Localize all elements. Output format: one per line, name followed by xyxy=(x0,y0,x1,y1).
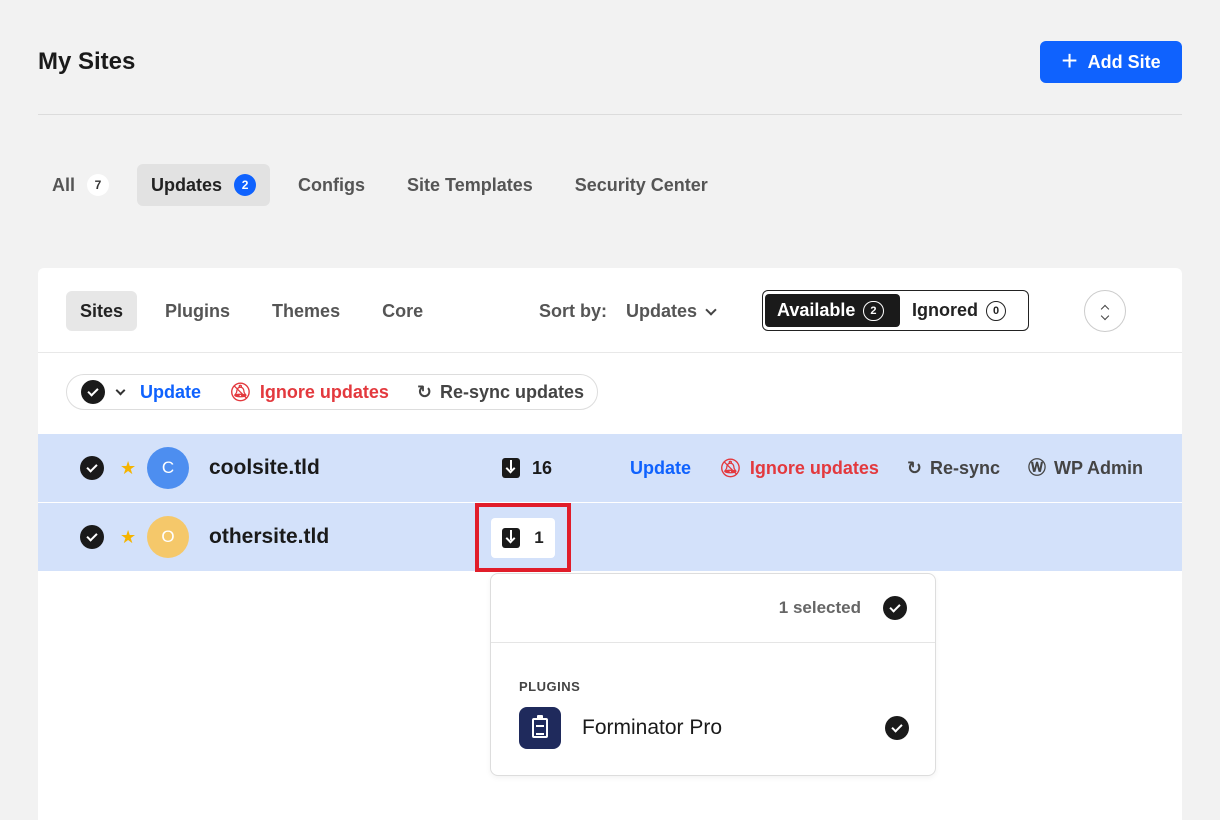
updates-popover: 1 selected PLUGINS Forminator Pro xyxy=(490,573,936,776)
bulk-resync-button[interactable]: ↻ Re-sync updates xyxy=(417,382,584,403)
tab-security-center[interactable]: Security Center xyxy=(561,164,722,206)
row-resync-button[interactable]: ↻ Re-sync xyxy=(907,458,1000,479)
plugin-item[interactable]: Forminator Pro xyxy=(519,707,909,749)
tab-updates[interactable]: Updates 2 xyxy=(137,164,271,206)
bulk-actions-bar: Update 🔕︎ Ignore updates ↻ Re-sync updat… xyxy=(66,374,598,410)
add-site-button[interactable]: + Add Site xyxy=(1040,41,1182,83)
clipboard-icon xyxy=(519,707,561,749)
update-count[interactable]: 16 xyxy=(502,458,552,479)
section-label: PLUGINS xyxy=(519,679,581,694)
subtab-themes[interactable]: Themes xyxy=(258,291,354,331)
row-update-button[interactable]: Update xyxy=(630,458,691,479)
updates-card: Sites Plugins Themes Core Sort by: Updat… xyxy=(38,268,1182,820)
sort-label: Sort by: xyxy=(539,301,608,321)
row-wp-admin-label: WP Admin xyxy=(1054,457,1144,478)
row-resync-label: Re-sync xyxy=(929,457,1001,478)
page-title: My Sites xyxy=(38,48,136,75)
sub-tabs: Sites Plugins Themes Core xyxy=(66,291,445,331)
chevron-down-icon[interactable] xyxy=(115,385,126,395)
select-all-checkbox[interactable] xyxy=(81,380,105,404)
toggle-available[interactable]: Available 2 xyxy=(765,294,900,327)
update-count-value: 16 xyxy=(532,457,553,478)
card-divider xyxy=(38,352,1182,353)
tab-all-label: All xyxy=(52,174,76,195)
row-actions: Update 🔕︎ Ignore updates ↻ Re-sync Ⓦ WP … xyxy=(630,458,1143,479)
bulk-ignore-button[interactable]: 🔕︎ Ignore updates xyxy=(229,382,389,403)
bulk-update-label: Update xyxy=(140,381,202,402)
header-divider xyxy=(38,114,1182,115)
subtab-core[interactable]: Core xyxy=(368,291,437,331)
row-ignore-label: Ignore updates xyxy=(749,457,879,478)
ignored-count: 0 xyxy=(986,300,1007,321)
ignored-label: Ignored xyxy=(912,300,978,320)
chevron-down-icon xyxy=(1100,311,1110,321)
plus-icon: + xyxy=(1061,44,1078,76)
subtab-sites[interactable]: Sites xyxy=(66,291,138,331)
wordpress-icon: Ⓦ xyxy=(1028,458,1047,478)
refresh-icon: ↻ xyxy=(416,382,432,402)
bulk-update-button[interactable]: Update xyxy=(140,382,201,403)
row-update-label: Update xyxy=(630,457,692,478)
tab-all-count: 7 xyxy=(87,174,110,196)
row-wp-admin-button[interactable]: Ⓦ WP Admin xyxy=(1028,458,1143,479)
popover-header: 1 selected xyxy=(491,574,935,643)
tab-updates-count: 2 xyxy=(234,174,257,196)
available-label: Available xyxy=(777,300,856,320)
tab-updates-label: Updates xyxy=(151,174,223,195)
plugin-name: Forminator Pro xyxy=(582,716,723,739)
avatar: C xyxy=(147,447,189,489)
row-checkbox[interactable] xyxy=(80,456,104,480)
bell-off-icon: 🔕︎ xyxy=(229,382,252,402)
site-row[interactable]: ★ C coolsite.tld 16 Update 🔕︎ Ignore upd… xyxy=(38,434,1182,502)
expand-collapse-button[interactable] xyxy=(1084,290,1126,332)
avatar-initial: O xyxy=(161,527,175,546)
star-icon[interactable]: ★ xyxy=(120,527,136,548)
bulk-ignore-label: Ignore updates xyxy=(259,381,389,402)
row-checkbox[interactable] xyxy=(80,525,104,549)
subtab-plugins[interactable]: Plugins xyxy=(151,291,244,331)
selected-count: 1 selected xyxy=(778,598,861,617)
bulk-resync-label: Re-sync updates xyxy=(439,381,585,402)
avatar-initial: C xyxy=(161,458,175,477)
tab-site-templates[interactable]: Site Templates xyxy=(393,164,547,206)
tab-all[interactable]: All 7 xyxy=(38,164,123,206)
toggle-ignored[interactable]: Ignored 0 xyxy=(900,294,1018,327)
availability-toggle: Available 2 Ignored 0 xyxy=(762,290,1029,331)
download-icon xyxy=(502,458,520,478)
site-name[interactable]: othersite.tld xyxy=(209,525,329,549)
tab-configs[interactable]: Configs xyxy=(284,164,379,206)
main-tabs: All 7 Updates 2 Configs Site Templates S… xyxy=(38,164,736,206)
highlight-box xyxy=(475,503,571,572)
refresh-icon: ↻ xyxy=(906,458,922,478)
star-icon[interactable]: ★ xyxy=(120,458,136,479)
sort-select[interactable]: Updates xyxy=(626,301,717,322)
select-all-plugins-checkbox[interactable] xyxy=(883,596,907,620)
add-site-label: Add Site xyxy=(1087,51,1161,72)
sort-value: Updates xyxy=(626,301,698,321)
site-row[interactable]: ★ O othersite.tld xyxy=(38,503,1182,571)
site-name[interactable]: coolsite.tld xyxy=(209,456,320,480)
bell-off-icon: 🔕︎ xyxy=(719,458,742,478)
avatar: O xyxy=(147,516,189,558)
plugin-checkbox[interactable] xyxy=(885,716,909,740)
row-ignore-button[interactable]: 🔕︎ Ignore updates xyxy=(719,458,879,479)
available-count: 2 xyxy=(863,300,884,321)
chevron-down-icon xyxy=(705,303,717,316)
